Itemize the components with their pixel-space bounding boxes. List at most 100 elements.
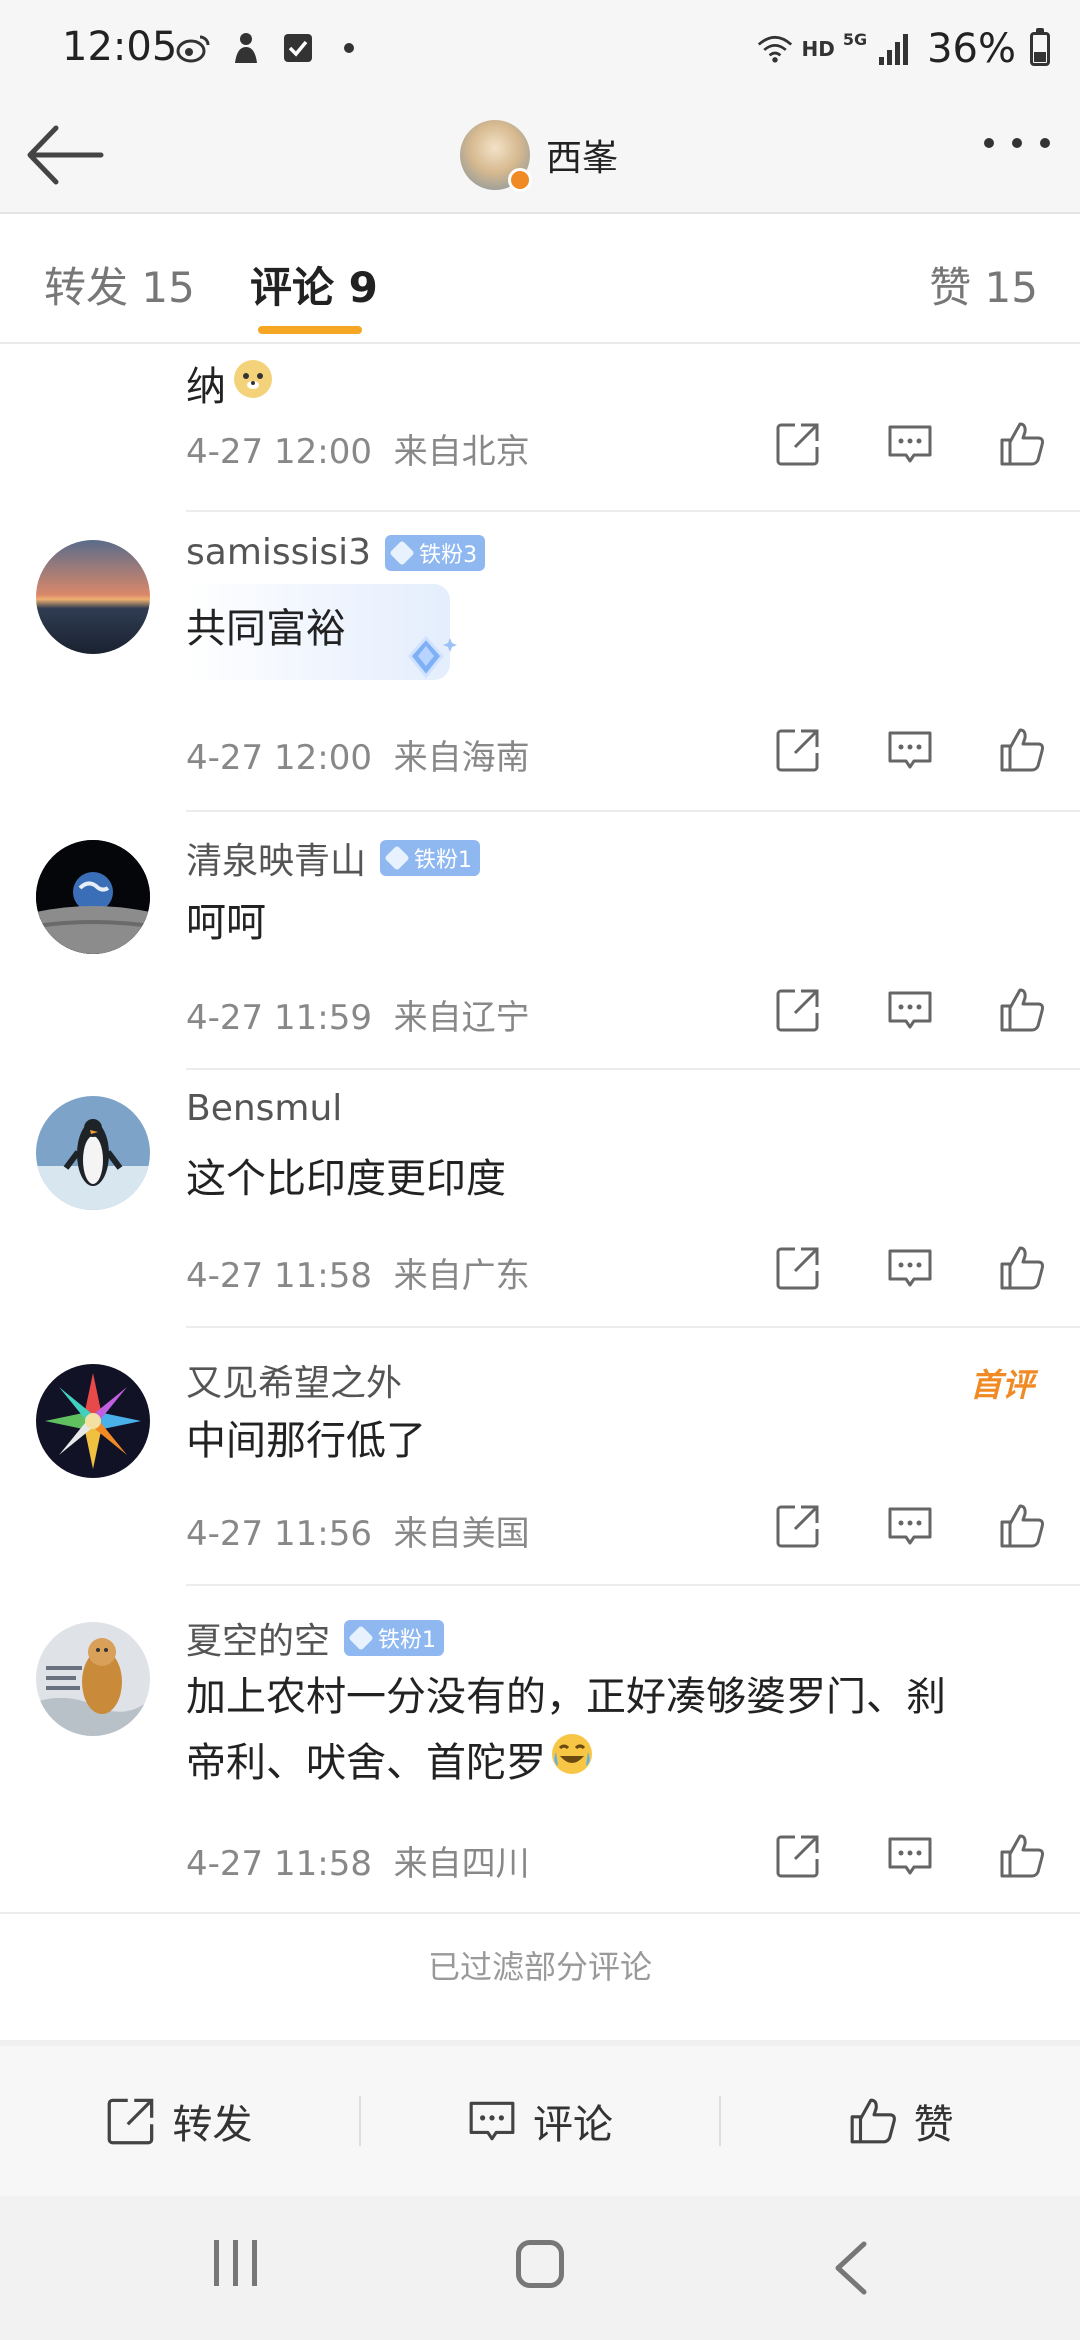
- home-icon[interactable]: [516, 2240, 564, 2288]
- share-icon: [107, 2098, 154, 2145]
- like-icon: [850, 2098, 896, 2144]
- comment-text: 呵呵: [186, 900, 266, 946]
- comment-icon: [469, 2101, 515, 2141]
- reply-icon[interactable]: [882, 982, 938, 1038]
- comment-date: 4-27 11:58: [186, 1844, 372, 1884]
- list-item: 夏空的空 铁粉1 加上农村一分没有的，正好凑够婆罗门、刹 帝利、吠舍、首陀罗 4…: [0, 1586, 1080, 1914]
- comment-actions: [770, 1828, 1050, 1884]
- comment-actions: [770, 982, 1050, 1038]
- doge-emoji-icon: [232, 354, 274, 420]
- share-icon[interactable]: [770, 1498, 826, 1554]
- comment-location: 来自辽宁: [393, 998, 530, 1038]
- reply-icon[interactable]: [882, 416, 938, 472]
- fan-badge[interactable]: 铁粉1: [380, 840, 481, 876]
- comment-text: 共同富裕: [186, 606, 346, 652]
- list-item: samissisi3 铁粉3 共同富裕 4-27 12:00 来自海南: [0, 512, 1080, 812]
- fan-badge[interactable]: 铁粉3: [385, 534, 486, 571]
- like-icon[interactable]: [994, 722, 1050, 778]
- share-icon[interactable]: [770, 982, 826, 1038]
- comment-username[interactable]: 又见希望之外: [186, 1354, 402, 1406]
- like-button[interactable]: 赞: [721, 2046, 1080, 2196]
- comment-location: 来自海南: [393, 738, 530, 778]
- bottom-action-bar: 转发 评论 赞: [0, 2046, 1080, 2196]
- like-icon[interactable]: [994, 416, 1050, 472]
- like-icon[interactable]: [994, 982, 1050, 1038]
- comment-button[interactable]: 评论: [361, 2046, 720, 2196]
- reply-icon[interactable]: [882, 1240, 938, 1296]
- signal-icon: [875, 31, 911, 67]
- like-icon[interactable]: [994, 1828, 1050, 1884]
- comment-location: 来自广东: [393, 1256, 530, 1296]
- filtered-notice[interactable]: 已过滤部分评论: [0, 1892, 1080, 2042]
- status-time: 12:05: [62, 24, 178, 70]
- avatar[interactable]: [36, 540, 150, 654]
- comment-actions: [770, 416, 1050, 472]
- share-icon[interactable]: [770, 1240, 826, 1296]
- comment-meta: 4-27 11:58 来自广东: [186, 1248, 530, 1297]
- nav-title[interactable]: 西峯: [546, 129, 618, 181]
- comment-text: 纳: [186, 364, 226, 410]
- comment-date: 4-27 11:56: [186, 1514, 372, 1554]
- comment-text-line: 加上农村一分没有的，正好凑够婆罗门、刹: [186, 1674, 946, 1720]
- dot-icon: [344, 43, 354, 53]
- laugh-cry-emoji-icon: [550, 1730, 594, 1796]
- avatar[interactable]: [36, 1364, 150, 1478]
- share-icon[interactable]: [770, 1828, 826, 1884]
- back-icon[interactable]: [826, 2238, 876, 2298]
- like-icon[interactable]: [994, 1240, 1050, 1296]
- top-nav: 西峯: [0, 100, 1080, 214]
- tab-like[interactable]: 赞 15: [929, 254, 1038, 315]
- reply-icon[interactable]: [882, 1828, 938, 1884]
- share-icon[interactable]: [770, 722, 826, 778]
- battery-icon: [1030, 28, 1050, 66]
- comment-text: 加上农村一分没有的，正好凑够婆罗门、刹 帝利、吠舍、首陀罗: [186, 1664, 1026, 1796]
- first-comment-tag: 首评: [969, 1366, 1034, 1404]
- comment-actions: [770, 1498, 1050, 1554]
- comment-location: 来自北京: [393, 432, 530, 472]
- comment-username[interactable]: 夏空的空: [186, 1612, 330, 1664]
- comment-location: 来自美国: [393, 1514, 530, 1554]
- comment-text-line: 帝利、吠舍、首陀罗: [186, 1740, 546, 1786]
- hd-label: HD: [801, 37, 835, 61]
- diamond-icon: [389, 539, 415, 566]
- reply-icon[interactable]: [882, 722, 938, 778]
- recent-apps-icon[interactable]: [214, 2240, 257, 2286]
- avatar[interactable]: [36, 840, 150, 954]
- reply-icon[interactable]: [882, 1498, 938, 1554]
- list-item: Bensmul 这个比印度更印度 4-27 11:58 来自广东: [0, 1070, 1080, 1328]
- comment-date: 4-27 12:00: [186, 738, 372, 778]
- comment-meta: 4-27 12:00 来自北京: [186, 424, 530, 473]
- comment-meta: 4-27 11:59 来自辽宁: [186, 990, 530, 1039]
- repost-label: 转发: [172, 2102, 253, 2148]
- share-icon[interactable]: [770, 416, 826, 472]
- comment-actions: [770, 1240, 1050, 1296]
- tab-repost[interactable]: 转发 15: [44, 254, 195, 315]
- more-dots-icon[interactable]: [984, 138, 1050, 148]
- weibo-icon: [176, 30, 212, 66]
- avatar[interactable]: [36, 1096, 150, 1210]
- tab-comment[interactable]: 评论 9: [250, 254, 378, 315]
- status-left-icons: [176, 30, 354, 66]
- comment-location: 来自四川: [393, 1844, 530, 1884]
- comment-meta: 4-27 11:58 来自四川: [186, 1836, 530, 1885]
- nav-user[interactable]: 西峯: [460, 110, 618, 200]
- repost-button[interactable]: 转发: [0, 2046, 359, 2196]
- list-item: 又见希望之外 首评 中间那行低了 4-27 11:56 来自美国: [0, 1328, 1080, 1588]
- avatar[interactable]: [36, 1622, 150, 1736]
- network-label: 5G: [842, 29, 868, 49]
- fan-badge[interactable]: 铁粉1: [344, 1620, 445, 1656]
- list-item: 清泉映青山 铁粉1 呵呵 4-27 11:59 来自辽宁: [0, 812, 1080, 1070]
- comment-text: 中间那行低了: [186, 1418, 426, 1464]
- avatar[interactable]: [460, 120, 532, 192]
- fan-badge-label: 铁粉3: [419, 542, 478, 568]
- comment-username[interactable]: Bensmul: [186, 1088, 342, 1129]
- back-arrow-icon[interactable]: [26, 120, 106, 190]
- comment-username[interactable]: samissisi3: [186, 532, 371, 573]
- comment-username[interactable]: 清泉映青山: [186, 832, 366, 884]
- comment-meta: 4-27 11:56 来自美国: [186, 1506, 530, 1555]
- fan-badge-label: 铁粉1: [378, 1628, 437, 1653]
- like-icon[interactable]: [994, 1498, 1050, 1554]
- battery-percent: 36%: [927, 26, 1016, 72]
- comment-list[interactable]: 纳 4-27 12:00 来自北京 samissisi3 铁粉3 共同富裕 4-…: [0, 344, 1080, 2044]
- system-nav-bar: [0, 2196, 1080, 2340]
